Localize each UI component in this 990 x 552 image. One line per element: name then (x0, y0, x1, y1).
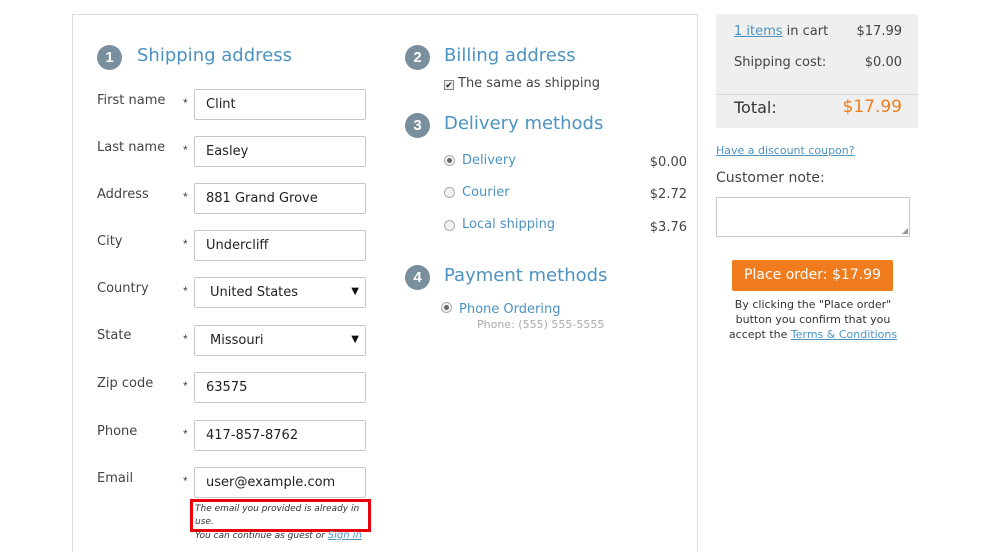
first-name-label: First name (97, 93, 166, 108)
required-mark: * (183, 427, 188, 441)
phone-ordering-label[interactable]: Phone Ordering (459, 302, 560, 317)
terms-link[interactable]: Terms & Conditions (791, 328, 897, 341)
first-name-input[interactable]: Clint (194, 89, 366, 120)
email-error-line2: You can continue as guest or Sign in (195, 529, 366, 543)
shipping-cost-value: $0.00 (864, 55, 902, 70)
step-3-badge: 3 (405, 113, 430, 138)
phone-label: Phone (97, 424, 138, 439)
courier-option-radio[interactable] (444, 187, 455, 198)
resize-grip-icon[interactable]: ◢ (902, 227, 908, 235)
state-label: State (97, 328, 132, 343)
required-mark: * (183, 96, 188, 110)
cart-items-link[interactable]: 1 items (734, 24, 783, 39)
cart-items-suffix: in cart (782, 24, 829, 39)
required-mark: * (183, 190, 188, 204)
discount-coupon-link[interactable]: Have a discount coupon? (716, 144, 855, 157)
cart-items-price: $17.99 (856, 24, 903, 39)
required-mark: * (183, 332, 188, 346)
email-input[interactable]: user@example.com (194, 467, 366, 498)
required-mark: * (183, 143, 188, 157)
terms-notice: By clicking the "Place order" button you… (716, 297, 910, 342)
phone-ordering-phone: Phone: (555) 555-5555 (477, 318, 605, 331)
country-label: Country (97, 281, 149, 296)
billing-title: Billing address (444, 45, 576, 66)
required-mark: * (183, 237, 188, 251)
address-input[interactable]: 881 Grand Grove (194, 183, 366, 214)
zip-label: Zip code (97, 376, 154, 391)
required-mark: * (183, 284, 188, 298)
shipping-cost-label: Shipping cost: (734, 55, 827, 70)
cart-divider (716, 94, 918, 95)
city-label: City (97, 234, 123, 249)
required-mark: * (183, 379, 188, 393)
delivery-option-label[interactable]: Delivery (462, 153, 516, 168)
dropdown-arrow-icon: ▼ (351, 286, 359, 297)
customer-note-textarea[interactable]: ◢ (716, 197, 910, 237)
state-select[interactable]: Missouri ▼ (194, 325, 366, 356)
step-1-badge: 1 (97, 45, 122, 70)
same-as-shipping-label: The same as shipping (458, 76, 600, 91)
local-shipping-option-label[interactable]: Local shipping (462, 217, 555, 232)
total-label: Total: (734, 98, 777, 117)
same-as-shipping-checkbox[interactable]: ✔ (444, 80, 454, 90)
courier-option-label[interactable]: Courier (462, 185, 510, 200)
country-select[interactable]: United States ▼ (194, 277, 366, 308)
country-select-value: United States (210, 285, 299, 300)
cart-summary: 1 items in cart $17.99 Shipping cost: $0… (716, 14, 918, 128)
city-input[interactable]: Undercliff (194, 230, 366, 261)
local-shipping-option-price: $3.76 (649, 220, 687, 235)
shipping-title: Shipping address (137, 45, 292, 66)
email-error-message: The email you provided is already in use… (190, 499, 371, 541)
step-4-badge: 4 (405, 265, 430, 290)
email-error-line1: The email you provided is already in use… (195, 504, 360, 527)
last-name-input[interactable]: Easley (194, 136, 366, 167)
step-2-badge: 2 (405, 45, 430, 70)
total-value: $17.99 (842, 97, 902, 117)
email-error-text: You can continue as guest or (195, 531, 325, 541)
cart-items-count: 1 items in cart (734, 24, 828, 39)
delivery-title: Delivery methods (444, 113, 604, 134)
delivery-option-radio[interactable] (444, 155, 455, 166)
payment-title: Payment methods (444, 265, 608, 286)
phone-ordering-radio[interactable] (441, 302, 452, 313)
email-label: Email (97, 471, 134, 486)
required-mark: * (183, 474, 188, 488)
place-order-button[interactable]: Place order: $17.99 (732, 260, 893, 291)
sign-in-link[interactable]: Sign in (328, 530, 362, 541)
phone-input[interactable]: 417-857-8762 (194, 420, 366, 451)
delivery-option-price: $0.00 (649, 155, 687, 170)
dropdown-arrow-icon: ▼ (351, 334, 359, 345)
customer-note-label: Customer note: (716, 170, 825, 186)
address-label: Address (97, 187, 149, 202)
zip-input[interactable]: 63575 (194, 372, 366, 403)
courier-option-price: $2.72 (649, 187, 687, 202)
state-select-value: Missouri (210, 333, 264, 348)
last-name-label: Last name (97, 140, 166, 155)
local-shipping-option-radio[interactable] (444, 220, 455, 231)
